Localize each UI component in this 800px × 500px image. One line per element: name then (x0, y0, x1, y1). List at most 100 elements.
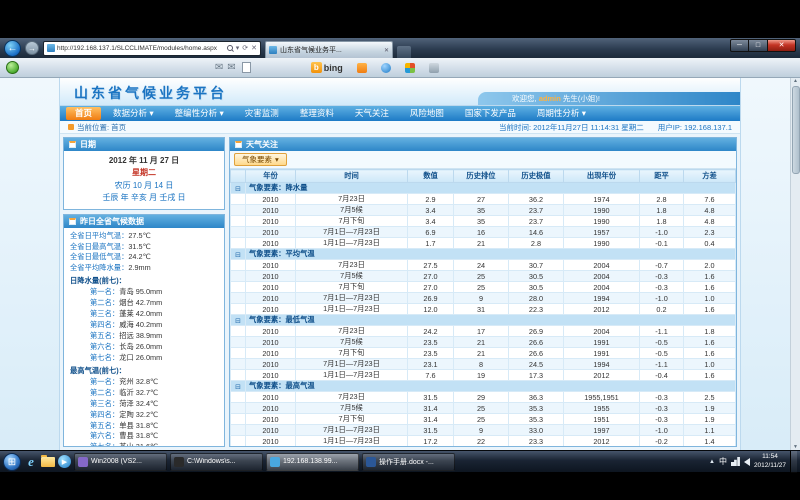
stop-icon[interactable]: ✕ (251, 44, 257, 52)
explorer-quicklaunch-icon[interactable] (41, 455, 55, 469)
table-row: 20107月5候3.43523.719901.84.8 (231, 205, 736, 216)
menu-item-9[interactable]: 周期性分析 ▾ (528, 107, 595, 120)
browser-logo-icon[interactable] (6, 61, 19, 74)
scroll-up-icon[interactable]: ▲ (793, 78, 798, 84)
taskbar-clock[interactable]: 11:54 2012/11/27 (754, 453, 786, 469)
toolbar-orange-icon[interactable] (357, 63, 367, 73)
browser-tab[interactable]: 山东省气候业务平... ✕ (265, 41, 393, 58)
mail-icon[interactable]: ✉ (215, 62, 223, 73)
group-row[interactable]: ⊟气象要素：降水量 (231, 183, 736, 194)
menu-item-7[interactable]: 风险地图 (401, 107, 453, 120)
taskbar-button-2[interactable]: C:\Windows\s... (170, 453, 263, 471)
menu-item-5[interactable]: 整理资料 (291, 107, 343, 120)
rank-line: 第六名：曹县 31.8℃ (70, 431, 221, 442)
document-icon[interactable] (242, 62, 251, 73)
show-desktop-button[interactable] (790, 451, 797, 473)
search-icon[interactable] (227, 45, 233, 51)
tray-expand-icon[interactable]: ▲ (709, 459, 715, 465)
page-scrollbar[interactable]: ▲ ▼ (790, 78, 800, 450)
weather-data-table: 年份时间数值历史排位历史极值出现年份距平方差 ⊟气象要素：降水量20107月23… (230, 169, 736, 446)
menu-item-1[interactable]: 首页 (66, 107, 101, 120)
table-row: 20101月1日—7月23日1.7212.81990-0.10.4 (231, 238, 736, 249)
tab-favicon-icon (269, 46, 277, 54)
breadcrumb: 当前位置: 首页 (77, 122, 126, 133)
collapse-icon[interactable]: ⊟ (235, 186, 241, 193)
group-row[interactable]: ⊟气象要素：平均气温 (231, 249, 736, 260)
calendar-icon (69, 141, 76, 148)
language-indicator[interactable]: 中 (719, 456, 727, 467)
rank-line: 第三名：菏泽 32.4℃ (70, 399, 221, 410)
taskbar-button-3[interactable]: 192.168.138.99... (266, 453, 359, 471)
bing-logo[interactable]: b bing (311, 62, 343, 73)
site-banner: 山东省气候业务平台 欢迎您, admin 先生(小姐)! (60, 78, 740, 106)
new-tab-button[interactable] (397, 46, 411, 58)
content-area: 日期 2012 年 11 月 27 日 星期二 农历 10 月 14 日 壬辰 … (60, 134, 740, 450)
desktop: ← → http://192.168.137.1/SLCCLIMATE/modu… (0, 0, 800, 500)
column-header: 方差 (684, 170, 736, 183)
table-row: 20107月23日2.92736.219742.87.6 (231, 194, 736, 205)
forward-button[interactable]: → (25, 41, 39, 55)
volume-icon[interactable] (744, 458, 750, 466)
browser-toolbar: ✉ ✉ b bing (0, 58, 800, 78)
taskbar-button-4[interactable]: 操作手册.docx -... (362, 453, 455, 471)
username: admin (539, 94, 561, 103)
weather-focus-panel: 天气关注 气象要素 ▾ 年份时间数值历史排位历史极值出现年份距平方差 ⊟气象要 (229, 137, 737, 447)
network-icon[interactable] (731, 457, 740, 466)
breadcrumb-row: 当前位置: 首页 当前时间: 2012年11月27日 11:14:31 星期二 … (60, 121, 740, 134)
table-row: 20107月下旬31.42535.31951-0.31.9 (231, 414, 736, 425)
address-bar[interactable]: http://192.168.137.1/SLCCLIMATE/modules/… (43, 41, 261, 56)
back-button[interactable]: ← (4, 40, 21, 57)
pinwheel-icon[interactable] (405, 63, 415, 73)
mail2-icon[interactable]: ✉ (227, 62, 235, 73)
collapse-icon[interactable]: ⊟ (235, 384, 241, 391)
app-icon (174, 457, 184, 467)
table-row: 20107月1日—7月23日23.1824.51994-1.11.0 (231, 359, 736, 370)
rank-section-title: 最高气温(前七)： (70, 366, 221, 377)
autocomplete-dropdown-icon[interactable]: ▾ (236, 44, 240, 52)
main-menu: 首页数据分析 ▾整编性分析 ▾灾害监测整理资料天气关注风险地图国家下发产品周期性… (60, 106, 740, 121)
table-row: 20107月1日—7月23日31.5933.01997-1.01.1 (231, 425, 736, 436)
rank-line: 第三名：蓬莱 42.0mm (70, 309, 221, 320)
toolbar-gray-icon[interactable] (429, 63, 439, 73)
collapse-icon[interactable]: ⊟ (235, 318, 241, 325)
menu-item-2[interactable]: 数据分析 ▾ (104, 107, 163, 120)
menu-item-4[interactable]: 灾害监测 (236, 107, 288, 120)
climate-panel: 昨日全省气候数据 全省日平均气温：27.5℃全省日最高气温：31.5℃全省日最低… (63, 214, 225, 447)
table-row: 20107月1日—7月23日6.91614.61957-1.02.3 (231, 227, 736, 238)
weather-focus-title: 天气关注 (246, 139, 278, 150)
rank-line: 第二名：临沂 32.7℃ (70, 388, 221, 399)
minimize-button[interactable]: ─ (730, 39, 749, 52)
collapse-icon[interactable]: ⊟ (235, 252, 241, 259)
rank-line: 第七名：龙口 26.0mm (70, 353, 221, 364)
menu-item-3[interactable]: 整编性分析 ▾ (166, 107, 233, 120)
group-row[interactable]: ⊟气象要素：最高气温 (231, 381, 736, 392)
stat-line: 全省日最高气温：31.5℃ (70, 242, 221, 253)
toolbar-blue-icon[interactable] (381, 63, 391, 73)
bing-icon: b (311, 62, 322, 73)
taskbar-button-1[interactable]: Win2008 (VS2... (74, 453, 167, 471)
menu-item-8[interactable]: 国家下发产品 (456, 107, 525, 120)
stat-line: 全省日平均气温：27.5℃ (70, 231, 221, 242)
app-icon (270, 457, 280, 467)
table-row: 20107月下旬23.52126.61991-0.51.6 (231, 348, 736, 359)
location-icon (68, 124, 74, 130)
refresh-icon[interactable]: ⟳ (242, 44, 248, 52)
panel-icon (235, 141, 242, 148)
start-button[interactable]: ⊞ (3, 453, 21, 471)
table-row: 20107月23日24.21726.92004-1.11.8 (231, 326, 736, 337)
table-row: 20101月1日—7月23日7.61917.32012-0.41.6 (231, 370, 736, 381)
element-filter-button[interactable]: 气象要素 ▾ (234, 153, 287, 166)
ie-quicklaunch-icon[interactable]: e (24, 455, 38, 469)
group-row[interactable]: ⊟气象要素：最低气温 (231, 315, 736, 326)
date-panel: 日期 2012 年 11 月 27 日 星期二 农历 10 月 14 日 壬辰 … (63, 137, 225, 210)
maximize-button[interactable]: □ (749, 39, 768, 52)
welcome-bar: 欢迎您, admin 先生(小姐)! (478, 92, 740, 105)
scrollbar-thumb[interactable] (792, 86, 800, 174)
media-player-icon[interactable]: ▶ (58, 455, 71, 468)
tab-close-icon[interactable]: ✕ (384, 47, 389, 54)
close-button[interactable]: ✕ (768, 39, 796, 52)
taskbar: ⊞ e ▶ Win2008 (VS2...C:\Windows\s...192.… (0, 450, 800, 472)
site-title: 山东省气候业务平台 (74, 83, 227, 103)
tab-title: 山东省气候业务平... (280, 45, 381, 55)
menu-item-6[interactable]: 天气关注 (346, 107, 398, 120)
